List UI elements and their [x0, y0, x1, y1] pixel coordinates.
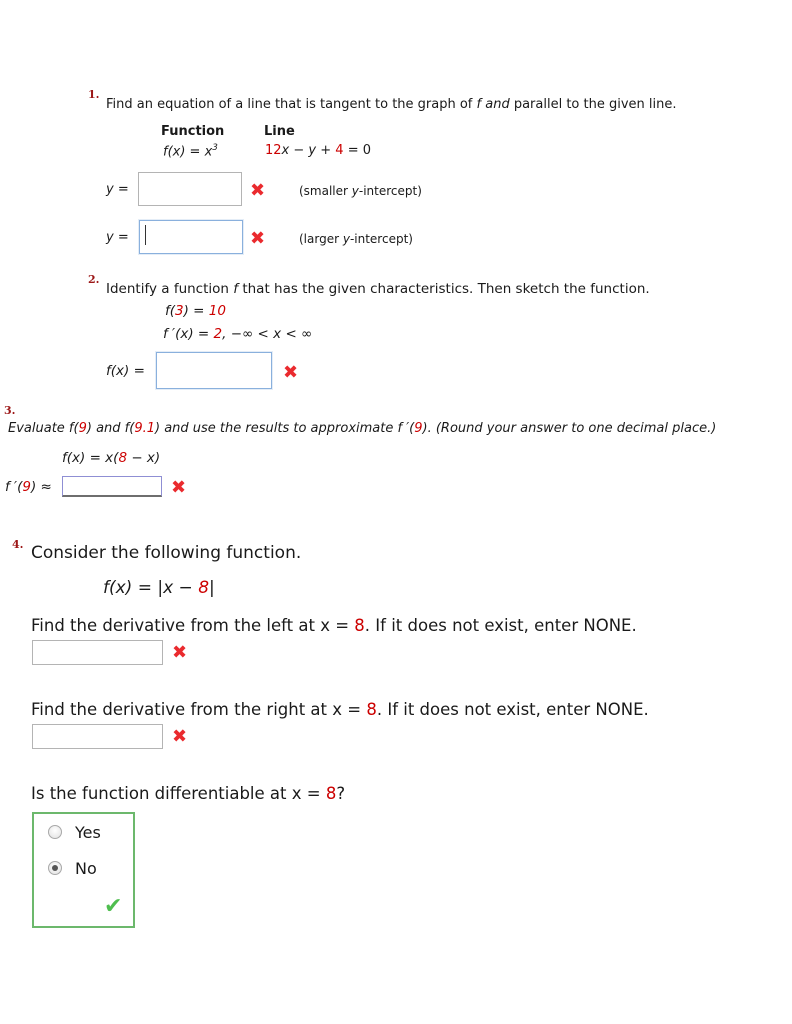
problem-1-prompt-part-a: Find an equation of a line that is tange… [106, 97, 477, 112]
answer-1a-note-pre: (smaller [299, 184, 352, 198]
line-coefficient: 12 [265, 143, 282, 158]
p3-given-rhs: − x) [127, 450, 161, 466]
p3-value-2: 9.1 [134, 421, 155, 436]
problem-1-function-expression: f(x) = x3 [163, 143, 218, 159]
problem-4-question-left: Find the derivative from the left at x =… [31, 616, 637, 635]
differentiable-correct-icon: ✔ [104, 894, 123, 919]
problem-number-1: 1. [88, 88, 100, 101]
problem-2-prompt: Identify a function f that has the given… [106, 281, 650, 297]
problem-4-heading: Consider the following function. [31, 543, 302, 563]
given-1-lhs: f( [165, 303, 176, 319]
radio-yes-label: Yes [75, 823, 101, 842]
radio-no-button[interactable] [48, 861, 62, 875]
p4q3-pre: Is the function differentiable at x = [31, 784, 326, 803]
given-2-lhs: f ′(x) = [163, 326, 214, 342]
p4q3-post: ? [336, 784, 346, 803]
radio-no-label: No [75, 859, 97, 878]
p4-function-pre: f(x) = |x − [103, 578, 199, 598]
answer-1a-note: (smaller y-intercept) [299, 184, 422, 198]
p3-label-pre: f ′( [5, 479, 23, 495]
radio-no-selected-dot [52, 865, 58, 871]
p4q1-value: 8 [354, 616, 365, 635]
answer-1a-label: y = [106, 182, 129, 197]
answer-1b-note-pre: (larger [299, 232, 343, 246]
p3-value-3: 9 [414, 421, 423, 436]
answer-1a-note-post: -intercept) [358, 184, 422, 198]
answer-1b-note-post: -intercept) [349, 232, 413, 246]
line-constant: 4 [335, 143, 344, 158]
p4q2-value: 8 [366, 700, 377, 719]
problem-4-right-incorrect-icon: ✖ [172, 726, 188, 747]
problem-number-3: 3. [4, 404, 16, 417]
given-1-rhs: 10 [208, 303, 226, 319]
p3-label-value: 9 [22, 479, 31, 495]
answer-1b-note: (larger y-intercept) [299, 232, 413, 246]
p3-value-1: 9 [78, 421, 87, 436]
problem-2-incorrect-icon: ✖ [283, 362, 299, 383]
problem-number-4: 4. [12, 538, 24, 551]
problem-3-given: f(x) = x(8 − x) [62, 450, 160, 466]
answer-1a-incorrect-icon: ✖ [250, 180, 266, 201]
p3-prompt-1: Evaluate f( [8, 421, 79, 436]
problem-number-2: 2. [88, 273, 100, 286]
problem-2-given-2: f ′(x) = 2, −∞ < x < ∞ [163, 326, 312, 342]
given-2-rhs: 2 [213, 326, 223, 342]
problem-1-function-lhs: f(x) = x [163, 144, 213, 160]
text-caret [145, 225, 146, 245]
given-1-arg: 3 [175, 303, 184, 319]
problem-1-line-equation: 12x − y + 4 = 0 [265, 143, 371, 158]
p4q2-pre: Find the derivative from the right at x … [31, 700, 367, 719]
problem-4-differentiable-question: Is the function differentiable at x = 8? [31, 784, 345, 803]
p4q2-post: . If it does not exist, enter NONE. [376, 700, 649, 719]
problem-4-answer-right-input[interactable] [32, 724, 163, 749]
problem-4-function: f(x) = |x − 8| [103, 578, 215, 598]
given-1-mid: ) = [183, 303, 209, 319]
problem-1-function-exponent: 3 [212, 143, 218, 153]
answer-1b-input[interactable] [139, 220, 243, 254]
problem-1-prompt: Find an equation of a line that is tange… [106, 97, 677, 112]
answer-1b-incorrect-icon: ✖ [250, 228, 266, 249]
answer-1a-note-var: y [351, 184, 359, 198]
p3-prompt-2: ) and f( [86, 421, 135, 436]
p3-given-value: 8 [118, 450, 128, 466]
p4-function-post: | [209, 578, 215, 598]
line-plus: + [316, 143, 336, 158]
problem-4-left-incorrect-icon: ✖ [172, 642, 188, 663]
problem-1-prompt-part-b: and [481, 97, 510, 112]
problem-2-answer-input[interactable] [156, 352, 272, 389]
problem-3-prompt: Evaluate f(9) and f(9.1) and use the res… [8, 421, 716, 436]
p3-label-post: ) ≈ [30, 479, 52, 495]
line-tail: = 0 [343, 143, 372, 158]
problem-2-prompt-pre: Identify a function [106, 281, 234, 297]
p3-prompt-4: ). (Round your answer to one decimal pla… [422, 421, 717, 436]
given-2-tail: , −∞ < x < ∞ [222, 326, 313, 342]
problem-2-prompt-post: that has the given characteristics. Then… [238, 281, 650, 297]
column-header-function: Function [161, 124, 225, 139]
line-y: y [308, 143, 317, 158]
answer-1b-label: y = [106, 230, 129, 245]
problem-3-answer-label: f ′(9) ≈ [5, 479, 52, 495]
line-minus: − [289, 143, 309, 158]
differentiable-answer-group: Yes No ✔ [32, 812, 135, 928]
p3-given-lhs: f(x) = x( [62, 450, 119, 466]
problem-4-answer-left-input[interactable] [32, 640, 163, 665]
answer-1b-note-var: y [342, 232, 350, 246]
answer-1a-input[interactable] [138, 172, 242, 206]
p4q1-pre: Find the derivative from the left at x = [31, 616, 355, 635]
radio-yes-button[interactable] [48, 825, 62, 839]
problem-3-incorrect-icon: ✖ [171, 477, 187, 498]
p4q1-post: . If it does not exist, enter NONE. [364, 616, 637, 635]
problem-2-answer-label: f(x) = [106, 363, 145, 379]
problem-1-prompt-part-c: parallel to the given line. [509, 97, 677, 112]
problem-4-question-right: Find the derivative from the right at x … [31, 700, 649, 719]
problem-2-given-1: f(3) = 10 [165, 303, 226, 319]
worksheet-page: 1. Find an equation of a line that is ta… [0, 0, 792, 1024]
p4-function-value: 8 [198, 578, 210, 598]
p3-prompt-3: ) and use the results to approximate f ′… [155, 421, 415, 436]
column-header-line: Line [264, 124, 295, 139]
problem-3-answer-input[interactable] [62, 476, 162, 497]
p4q3-value: 8 [325, 784, 337, 803]
